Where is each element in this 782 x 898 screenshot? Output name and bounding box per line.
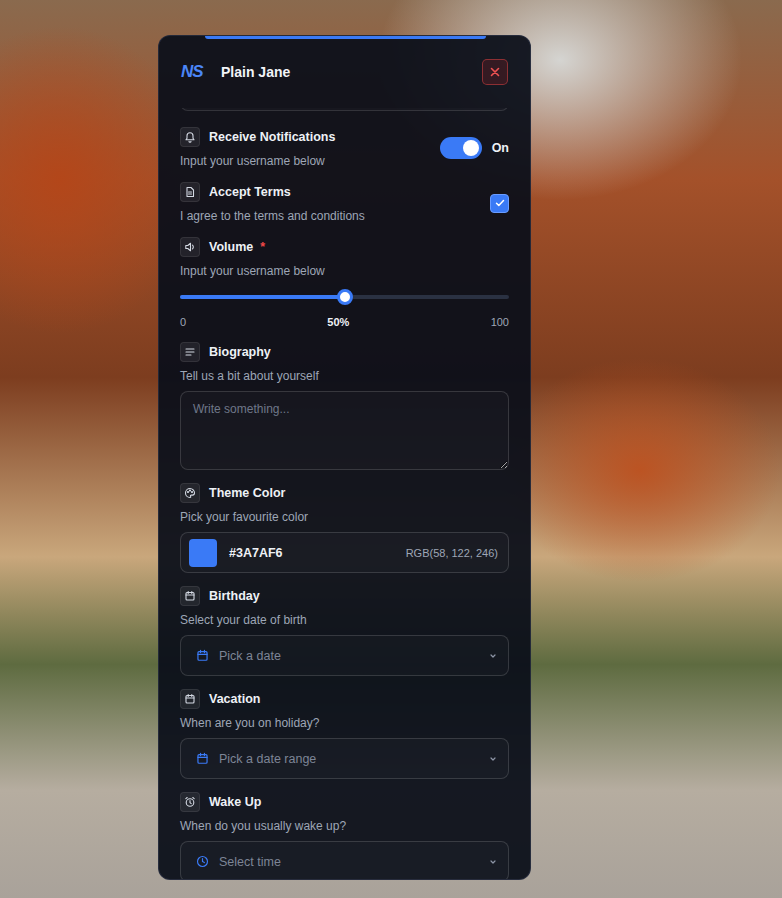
volume-slider[interactable]	[180, 289, 509, 305]
accent-bar	[205, 36, 486, 39]
field-description: When do you usually wake up?	[180, 818, 509, 834]
panel-header: NS Plain Jane	[159, 36, 530, 108]
field-label: Accept Terms	[209, 185, 291, 199]
speaker-icon	[184, 241, 196, 253]
palette-icon	[184, 487, 196, 499]
field-label: Vacation	[209, 692, 260, 706]
calendar-icon	[196, 649, 209, 662]
field-icon-box	[180, 483, 200, 503]
field-description: When are you on holiday?	[180, 715, 509, 731]
field-label: Receive Notifications	[209, 130, 335, 144]
field-description: Pick your favourite color	[180, 509, 509, 525]
field-icon-box	[180, 689, 200, 709]
slider-max: 100	[491, 315, 509, 329]
field-icon-box	[180, 342, 200, 362]
slider-min: 0	[180, 315, 186, 329]
field-label: Birthday	[209, 589, 260, 603]
slider-reading: 50%	[327, 315, 349, 329]
clock-icon	[196, 855, 209, 868]
biography-textarea[interactable]	[180, 391, 509, 470]
field-label: Theme Color	[209, 486, 285, 500]
field-description: Input your username below	[180, 153, 430, 169]
chevron-down-icon	[488, 754, 498, 764]
select-placeholder: Select time	[219, 855, 478, 869]
logo: NS	[181, 62, 209, 82]
chevron-down-icon	[488, 857, 498, 867]
field-label: Biography	[209, 345, 271, 359]
time-select[interactable]: Select time	[180, 841, 509, 879]
toggle-state: On	[492, 141, 509, 155]
field-description: I agree to the terms and conditions	[180, 208, 480, 224]
form-field: Volume * Input your username below 0 50%…	[180, 237, 509, 329]
date-select[interactable]: Pick a date range	[180, 738, 509, 779]
date-select[interactable]: Pick a date	[180, 635, 509, 676]
form-field: Theme Color Pick your favourite color #3…	[180, 483, 509, 573]
alarm-icon	[184, 796, 196, 808]
field-label: Wake Up	[209, 795, 261, 809]
form-field: Birthday Select your date of birth Pick …	[180, 586, 509, 676]
field-icon-box	[180, 586, 200, 606]
calendar-icon	[184, 693, 196, 705]
notifications-toggle[interactable]	[440, 137, 482, 159]
toggle-knob	[463, 140, 479, 156]
close-icon	[489, 66, 501, 78]
select-placeholder: Pick a date range	[219, 752, 478, 766]
slider-fill	[180, 295, 345, 299]
field-description: Input your username below	[180, 263, 509, 279]
field-description: Tell us a bit about yourself	[180, 368, 509, 384]
field-label: Volume	[209, 240, 253, 254]
document-icon	[184, 186, 196, 198]
field-icon-box	[180, 237, 200, 257]
panel-title: Plain Jane	[221, 64, 470, 80]
form-field: Biography Tell us a bit about yourself	[180, 342, 509, 470]
color-rgb: RGB(58, 122, 246)	[406, 547, 498, 559]
field-description: Select your date of birth	[180, 612, 509, 628]
field-icon-box	[180, 182, 200, 202]
form-field: Wake Up When do you usually wake up? Sel…	[180, 792, 509, 879]
form-field: Receive Notifications Input your usernam…	[180, 127, 509, 169]
calendar-icon	[196, 752, 209, 765]
check-icon	[494, 197, 506, 209]
bell-icon	[184, 131, 196, 143]
chevron-down-icon	[488, 651, 498, 661]
field-icon-box	[180, 127, 200, 147]
select-placeholder: Pick a date	[219, 649, 478, 663]
close-button[interactable]	[482, 59, 508, 85]
required-mark: *	[260, 240, 265, 254]
settings-panel: NS Plain Jane Receive Notifications Inpu…	[158, 35, 531, 880]
form-field: Vacation When are you on holiday? Pick a…	[180, 689, 509, 779]
form-body: Receive Notifications Input your usernam…	[159, 108, 530, 879]
terms-checkbox[interactable]	[490, 194, 509, 213]
text-input[interactable]	[180, 108, 509, 111]
calendar-icon	[184, 590, 196, 602]
text-lines-icon	[184, 346, 196, 358]
form-field: Accept Terms I agree to the terms and co…	[180, 182, 509, 224]
color-hex: #3A7AF6	[229, 546, 394, 560]
field-icon-box	[180, 792, 200, 812]
color-swatch	[189, 539, 217, 567]
slider-thumb[interactable]	[337, 289, 353, 305]
game-scene: NS Plain Jane Receive Notifications Inpu…	[0, 0, 782, 898]
color-picker[interactable]: #3A7AF6 RGB(58, 122, 246)	[180, 532, 509, 573]
